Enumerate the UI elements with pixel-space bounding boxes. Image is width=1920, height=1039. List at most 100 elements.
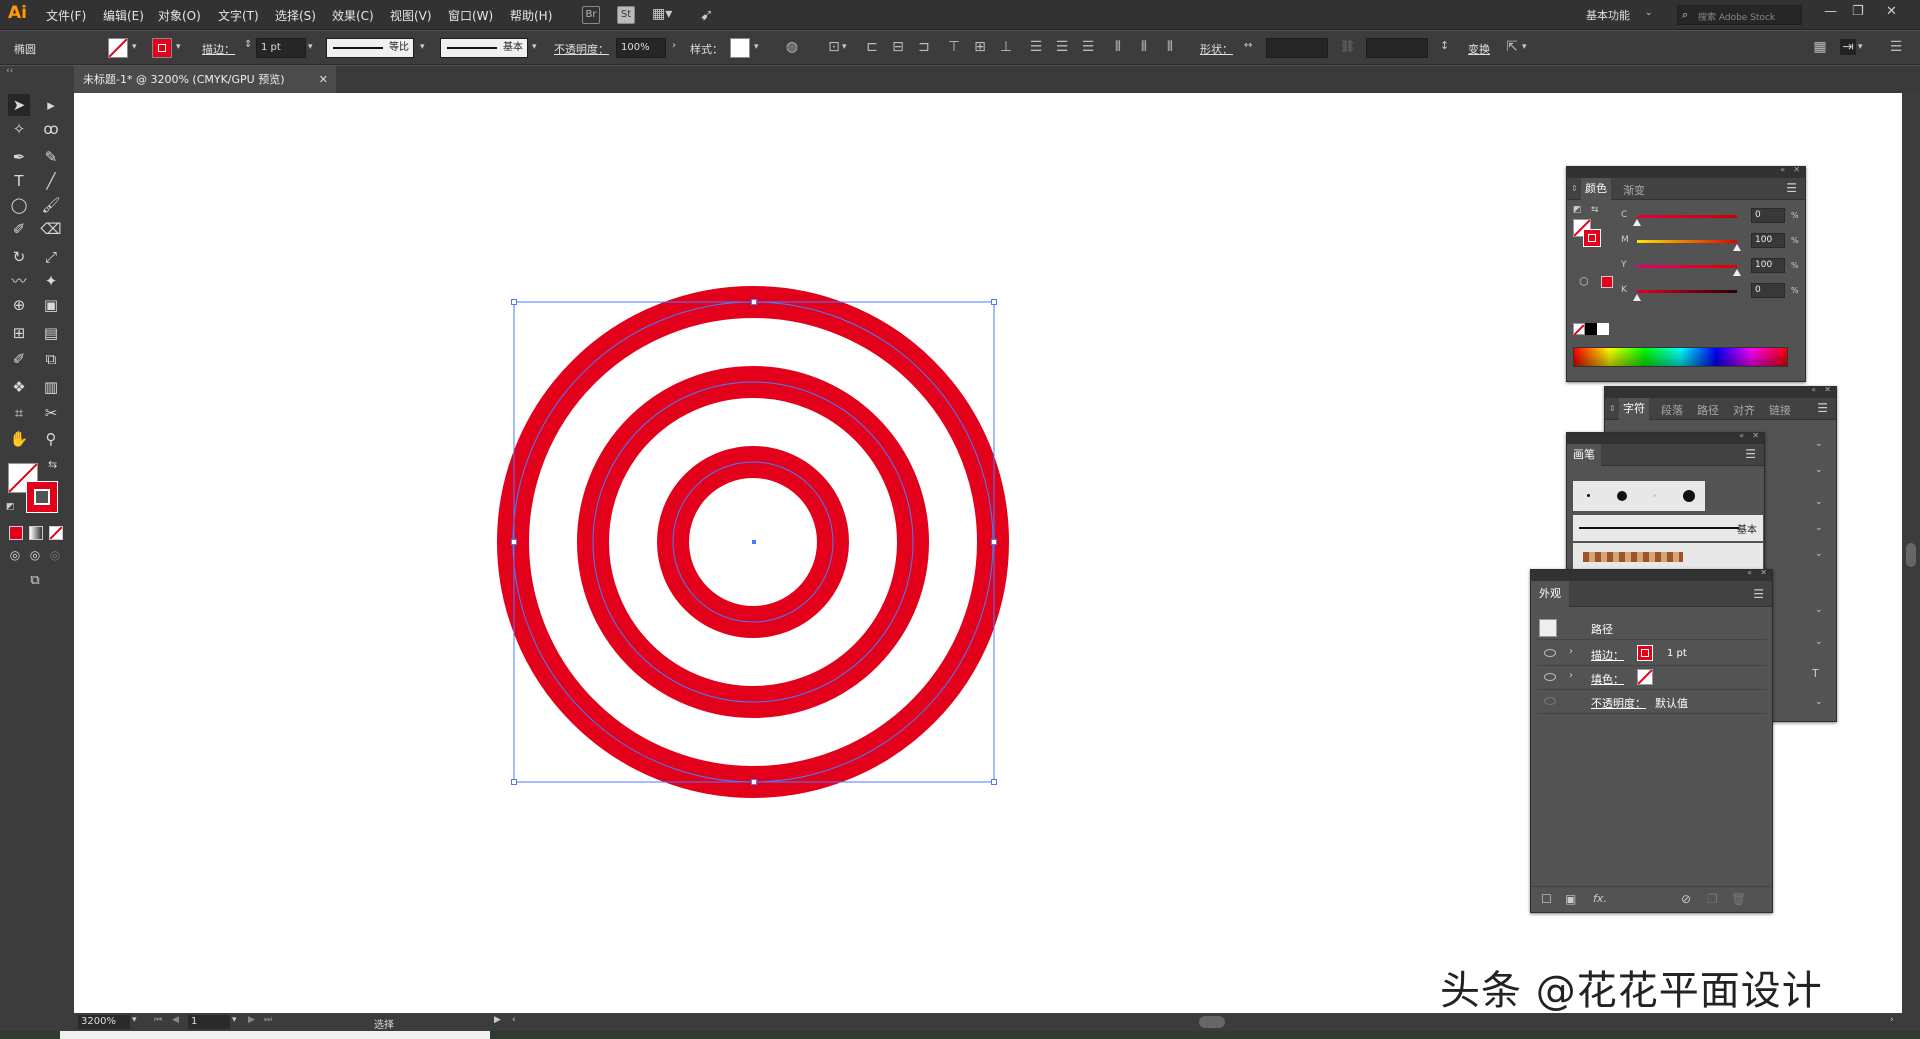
- resize-handle[interactable]: [511, 779, 517, 785]
- arrange-documents-icon[interactable]: ▦▾: [652, 6, 672, 22]
- kerning-dropdown-icon[interactable]: ⌄: [1815, 523, 1823, 533]
- eye-icon[interactable]: [1544, 697, 1556, 705]
- clear-appearance-icon[interactable]: ⊘: [1681, 892, 1691, 906]
- font-family-dropdown-icon[interactable]: ⌄: [1815, 439, 1823, 449]
- panel-menu-grid-icon[interactable]: ▦: [1812, 39, 1828, 55]
- shape-builder-tool-icon[interactable]: ⊕: [8, 294, 30, 316]
- menu-file[interactable]: 文件(F): [46, 7, 86, 24]
- status-menu-icon[interactable]: ▶: [494, 1015, 501, 1025]
- resize-handle[interactable]: [991, 539, 997, 545]
- channel-slider[interactable]: [1637, 290, 1737, 293]
- rotate-tool-icon[interactable]: ↻: [8, 246, 30, 268]
- panel-menu-icon[interactable]: ☰: [1786, 181, 1797, 195]
- appearance-stroke-row[interactable]: › 描边： 1 pt: [1537, 642, 1767, 666]
- vertical-scroll-thumb[interactable]: [1906, 543, 1916, 567]
- opacity-arrow-icon[interactable]: ›: [672, 40, 676, 51]
- collapse-panel-icon[interactable]: «: [1739, 431, 1744, 440]
- resize-handle[interactable]: [991, 299, 997, 305]
- shape-width-field[interactable]: [1266, 38, 1328, 58]
- channel-value-field[interactable]: 0: [1751, 283, 1785, 298]
- zoom-field[interactable]: 3200%: [78, 1015, 130, 1029]
- draw-inside-icon[interactable]: ◎: [44, 544, 66, 566]
- distribute-bottom-icon[interactable]: ☰: [1080, 39, 1096, 55]
- close-panel-icon[interactable]: ✕: [1824, 385, 1831, 394]
- control-menu-icon[interactable]: ☰: [1888, 39, 1904, 55]
- symbol-sprayer-tool-icon[interactable]: ❖: [8, 376, 30, 398]
- panel-options-dropdown-icon[interactable]: ▾: [1858, 42, 1863, 52]
- lasso-tool-icon[interactable]: ꝏ: [40, 118, 62, 140]
- close-panel-icon[interactable]: ✕: [1793, 165, 1800, 174]
- shaper-tool-icon[interactable]: ✐: [8, 218, 30, 240]
- isolate-icon[interactable]: ⇱: [1504, 39, 1520, 55]
- appearance-fill-row[interactable]: › 填色：: [1537, 666, 1767, 690]
- isolate-dropdown-icon[interactable]: ▾: [1522, 42, 1527, 52]
- prev-artboard-icon[interactable]: ◀: [172, 1015, 179, 1025]
- none-swatch[interactable]: [1573, 323, 1585, 336]
- scale-tool-icon[interactable]: ⤢: [40, 246, 62, 268]
- character-rotation-icon[interactable]: T: [1812, 667, 1819, 680]
- opacity-label[interactable]: 不透明度：: [554, 41, 609, 57]
- graphic-style-swatch[interactable]: [730, 38, 750, 58]
- stroke-dropdown-icon[interactable]: ▾: [176, 42, 181, 52]
- color-mode-icon[interactable]: [9, 526, 23, 540]
- magic-wand-tool-icon[interactable]: ✧: [8, 118, 30, 140]
- appearance-object-row[interactable]: 路径: [1537, 616, 1767, 640]
- baseline-dropdown-icon[interactable]: ⌄: [1815, 637, 1823, 647]
- stroke-weight-value[interactable]: 1 pt: [1667, 648, 1687, 659]
- slice-tool-icon[interactable]: ✂: [40, 402, 62, 424]
- next-artboard-icon[interactable]: ▶: [248, 1015, 255, 1025]
- distribute-vcenter-icon[interactable]: ☰: [1054, 39, 1070, 55]
- panel-options-icon[interactable]: ⇥: [1840, 39, 1856, 55]
- horizontal-scroll-thumb[interactable]: [1199, 1016, 1225, 1028]
- tab-paragraph[interactable]: 段落: [1661, 402, 1683, 418]
- maximize-button[interactable]: ❐: [1852, 4, 1864, 19]
- type-tool-icon[interactable]: T: [8, 170, 30, 192]
- resize-handle[interactable]: [511, 299, 517, 305]
- align-to-icon[interactable]: ⊡: [826, 39, 842, 55]
- fill-dropdown-icon[interactable]: ▾: [132, 42, 137, 52]
- variable-width-profile[interactable]: 等比: [326, 38, 414, 58]
- align-right-icon[interactable]: ⊐: [916, 39, 932, 55]
- tab-gradient[interactable]: 渐变: [1623, 182, 1645, 198]
- scroll-right-icon[interactable]: ›: [1890, 1015, 1894, 1025]
- distribute-left-icon[interactable]: ⫴: [1110, 39, 1126, 55]
- shape-label[interactable]: 形状：: [1200, 41, 1233, 57]
- direct-selection-tool-icon[interactable]: ▸: [40, 94, 62, 116]
- resize-handle[interactable]: [751, 779, 757, 785]
- tab-align[interactable]: 对齐: [1733, 402, 1755, 418]
- resize-handle[interactable]: [991, 779, 997, 785]
- stroke-swatch[interactable]: [152, 38, 172, 58]
- brush-dot-large[interactable]: [1683, 490, 1695, 502]
- artboard-number-field[interactable]: 1: [188, 1015, 230, 1029]
- panel-menu-icon[interactable]: ☰: [1753, 587, 1764, 601]
- artboard-tool-icon[interactable]: ⌗: [8, 402, 30, 424]
- gpu-performance-icon[interactable]: ➹: [700, 5, 713, 24]
- swap-fill-stroke-icon[interactable]: ⇆: [48, 458, 57, 471]
- align-hcenter-icon[interactable]: ⊟: [890, 39, 906, 55]
- slider-thumb[interactable]: [1633, 219, 1641, 226]
- panel-menu-icon[interactable]: ☰: [1745, 447, 1756, 461]
- chevron-down-icon[interactable]: ⌄: [1645, 8, 1653, 18]
- menu-help[interactable]: 帮助(H): [510, 7, 552, 24]
- stroke-weight-dropdown-icon[interactable]: ▾: [308, 42, 313, 52]
- appearance-opacity-row[interactable]: 不透明度： 默认值: [1537, 690, 1767, 714]
- puppet-warp-tool-icon[interactable]: ✦: [40, 270, 62, 292]
- slider-thumb[interactable]: [1733, 269, 1741, 276]
- scale-dropdown-icon[interactable]: ⌄: [1815, 605, 1823, 615]
- collapse-panel-icon[interactable]: «: [1780, 165, 1785, 174]
- pattern-brush-row[interactable]: [1573, 543, 1763, 569]
- opacity-attribute-label[interactable]: 不透明度：: [1591, 695, 1646, 711]
- zoom-tool-icon[interactable]: ⚲: [40, 428, 62, 450]
- minimize-button[interactable]: —: [1824, 4, 1837, 19]
- add-stroke-icon[interactable]: ☐: [1541, 892, 1552, 906]
- shape-height-field[interactable]: [1366, 38, 1428, 58]
- slider-thumb[interactable]: [1733, 244, 1741, 251]
- close-panel-icon[interactable]: ✕: [1760, 568, 1767, 577]
- channel-slider[interactable]: [1637, 240, 1737, 243]
- channel-value-field[interactable]: 100: [1751, 233, 1785, 248]
- artboard-dropdown-icon[interactable]: ▾: [232, 1015, 237, 1025]
- center-point[interactable]: [752, 540, 756, 544]
- color-spectrum[interactable]: [1573, 347, 1788, 367]
- search-input[interactable]: ⌕ 搜索 Adobe Stock: [1677, 5, 1802, 25]
- graph-tool-icon[interactable]: ▥: [40, 376, 62, 398]
